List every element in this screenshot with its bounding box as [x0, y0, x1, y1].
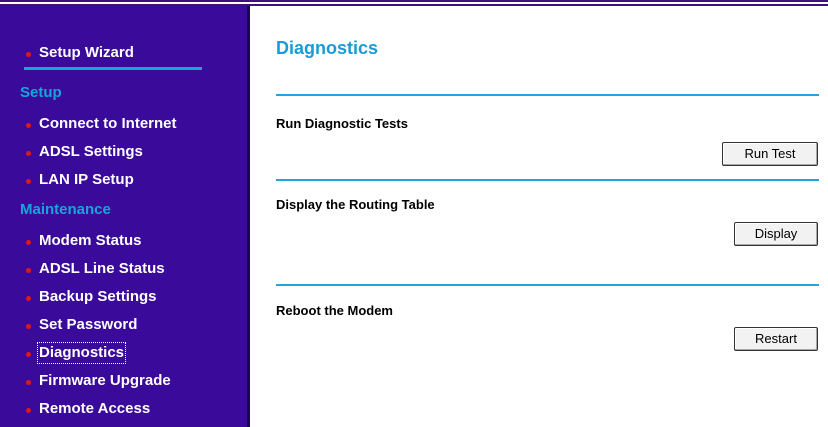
sidebar-item-label: Backup Settings — [39, 288, 157, 305]
sidebar-item-setup-wizard[interactable]: Setup Wizard — [26, 44, 134, 62]
bullet-icon — [26, 122, 31, 128]
bullet-icon — [26, 267, 31, 273]
bullet-icon — [26, 150, 31, 156]
sidebar-item-backup-settings[interactable]: Backup Settings — [26, 288, 157, 306]
display-button[interactable]: Display — [734, 222, 818, 246]
page-title: Diagnostics — [276, 38, 379, 58]
divider — [24, 67, 202, 70]
bullet-icon — [26, 351, 31, 357]
sidebar-item-label: Setup Wizard — [39, 44, 134, 61]
bullet-icon — [26, 239, 31, 245]
section-heading-run-diagnostic-tests: Run Diagnostic Tests — [276, 116, 408, 131]
sidebar-item-label: Connect to Internet — [39, 115, 177, 132]
sidebar-divider — [247, 6, 250, 427]
sidebar-item-remote-access[interactable]: Remote Access — [26, 400, 150, 418]
sidebar-item-label: Firmware Upgrade — [39, 372, 171, 389]
sidebar-item-label: ADSL Settings — [39, 143, 143, 160]
sidebar-item-modem-status[interactable]: Modem Status — [26, 232, 142, 250]
sidebar-item-label: Remote Access — [39, 400, 151, 417]
sidebar-heading-maintenance: Maintenance — [20, 201, 111, 218]
sidebar-item-set-password[interactable]: Set Password — [26, 316, 137, 334]
sidebar-item-label: Modem Status — [39, 232, 142, 249]
bullet-icon — [26, 295, 31, 301]
bullet-icon — [26, 379, 31, 385]
section-divider — [276, 284, 819, 286]
sidebar-item-connect-to-internet[interactable]: Connect to Internet — [26, 115, 177, 133]
sidebar-item-label: Set Password — [39, 316, 138, 333]
sidebar-item-label: ADSL Line Status — [39, 260, 165, 277]
run-test-button[interactable]: Run Test — [722, 142, 818, 166]
bullet-icon — [26, 323, 31, 329]
sidebar-item-adsl-line-status[interactable]: ADSL Line Status — [26, 260, 165, 278]
section-divider — [276, 179, 819, 181]
bullet-icon — [26, 51, 31, 57]
bullet-icon — [26, 178, 31, 184]
sidebar-item-lan-ip-setup[interactable]: LAN IP Setup — [26, 171, 134, 189]
sidebar-item-adsl-settings[interactable]: ADSL Settings — [26, 143, 143, 161]
sidebar-item-firmware-upgrade[interactable]: Firmware Upgrade — [26, 372, 171, 390]
section-heading-reboot-modem: Reboot the Modem — [276, 303, 393, 318]
section-divider — [276, 94, 819, 96]
bullet-icon — [26, 407, 31, 413]
section-heading-display-routing-table: Display the Routing Table — [276, 197, 435, 212]
sidebar-item-label: LAN IP Setup — [39, 171, 134, 188]
restart-button[interactable]: Restart — [734, 327, 818, 351]
sidebar-item-label: Diagnostics — [36, 342, 127, 364]
sidebar-heading-setup: Setup — [20, 84, 62, 101]
sidebar-item-diagnostics[interactable]: Diagnostics — [26, 342, 127, 364]
